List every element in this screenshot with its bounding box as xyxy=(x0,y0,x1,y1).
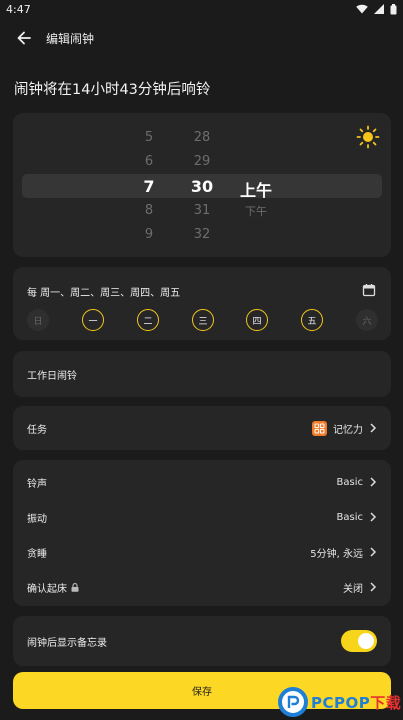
day-toggle-sat[interactable]: 六 xyxy=(356,309,378,331)
task-label: 任务 xyxy=(27,424,47,436)
wifi-icon xyxy=(356,4,368,14)
day-toggle-mon[interactable]: 一 xyxy=(82,309,104,331)
minute-option[interactable]: 32 xyxy=(179,227,225,242)
minute-selected[interactable]: 30 xyxy=(179,177,225,196)
memo-label: 闹钟后显示备忘录 xyxy=(27,637,107,649)
confirm-wake-row[interactable]: 确认起床 关闭 xyxy=(13,569,391,605)
snooze-label: 贪睡 xyxy=(27,548,47,560)
pcpop-logo xyxy=(278,687,308,717)
hour-option[interactable]: 8 xyxy=(126,203,172,218)
alarm-settings-card: 铃声 Basic 振动 Basic 贪睡 5分钟, 永远 确认起床 关闭 xyxy=(13,460,391,606)
day-toggle-thu[interactable]: 四 xyxy=(246,309,268,331)
hour-option[interactable]: 5 xyxy=(126,130,172,145)
day-toggle-fri[interactable]: 五 xyxy=(301,309,323,331)
vibration-row[interactable]: 振动 Basic xyxy=(13,499,391,535)
ring-countdown-text: 闹钟将在14小时43分钟后响铃 xyxy=(14,82,211,98)
vibration-label: 振动 xyxy=(27,513,47,525)
period-selected[interactable]: 上午 xyxy=(233,177,279,201)
chevron-right-icon xyxy=(370,582,377,592)
chevron-right-icon xyxy=(370,547,377,557)
workday-alarm-row[interactable]: 工作日闹铃 xyxy=(13,356,391,392)
arrow-left-icon xyxy=(17,31,31,45)
day-toggle-sun[interactable]: 日 xyxy=(27,309,49,331)
ringtone-label: 铃声 xyxy=(27,478,47,490)
minute-option[interactable]: 31 xyxy=(179,203,225,218)
chevron-right-icon xyxy=(370,423,377,433)
battery-icon xyxy=(390,3,397,14)
snooze-value: 5分钟, 永远 xyxy=(310,548,363,560)
confirm-wake-value: 关闭 xyxy=(343,583,363,595)
repeat-card: 每 周一、周二、周三、周四、周五 日 一 二 三 四 五 六 xyxy=(13,267,391,340)
watermark-latin: PCPOP xyxy=(311,693,371,712)
status-icons xyxy=(356,3,397,15)
workday-alarm-card[interactable]: 工作日闹铃 xyxy=(13,351,391,397)
minute-option[interactable]: 29 xyxy=(179,154,225,169)
repeat-summary: 每 周一、周二、周三、周四、周五 xyxy=(27,288,181,299)
task-card[interactable]: 任务 记忆力 xyxy=(13,406,391,450)
memo-card: 闹钟后显示备忘录 xyxy=(13,616,391,666)
minute-option[interactable]: 28 xyxy=(179,130,225,145)
workday-alarm-label: 工作日闹铃 xyxy=(27,370,77,382)
task-row[interactable]: 任务 记忆力 xyxy=(13,410,391,446)
status-time: 4:47 xyxy=(6,2,31,16)
memo-row[interactable]: 闹钟后显示备忘录 xyxy=(13,623,391,659)
calendar-icon[interactable] xyxy=(362,283,376,297)
app-bar: 编辑闹钟 xyxy=(0,24,403,52)
ringtone-value: Basic xyxy=(336,476,363,488)
toggle-knob xyxy=(358,633,374,649)
page-title: 编辑闹钟 xyxy=(46,31,95,46)
watermark-cn: 下载 xyxy=(370,693,402,712)
sun-icon xyxy=(356,125,380,149)
hour-option[interactable]: 9 xyxy=(126,227,172,242)
memory-task-icon xyxy=(312,420,327,436)
vibration-value: Basic xyxy=(336,511,363,523)
confirm-wake-label: 确认起床 xyxy=(27,583,67,595)
task-value: 记忆力 xyxy=(333,424,363,436)
ringtone-row[interactable]: 铃声 Basic xyxy=(13,464,391,500)
hour-option[interactable]: 6 xyxy=(126,154,172,169)
chevron-right-icon xyxy=(370,477,377,487)
status-bar: 4:47 xyxy=(0,0,403,18)
day-toggle-tue[interactable]: 二 xyxy=(137,309,159,331)
day-toggle-wed[interactable]: 三 xyxy=(192,309,214,331)
memo-toggle[interactable] xyxy=(341,630,377,652)
chevron-right-icon xyxy=(370,512,377,522)
snooze-row[interactable]: 贪睡 5分钟, 永远 xyxy=(13,534,391,570)
hour-selected[interactable]: 7 xyxy=(126,177,172,196)
time-picker: 5 6 7 8 9 28 29 30 31 32 上午 下午 xyxy=(13,113,391,257)
period-option[interactable]: 下午 xyxy=(233,203,279,219)
lock-icon xyxy=(71,582,79,592)
pcpop-watermark: PCPOP下载 xyxy=(278,684,403,720)
back-button[interactable] xyxy=(12,26,36,50)
signal-icon xyxy=(374,4,384,14)
